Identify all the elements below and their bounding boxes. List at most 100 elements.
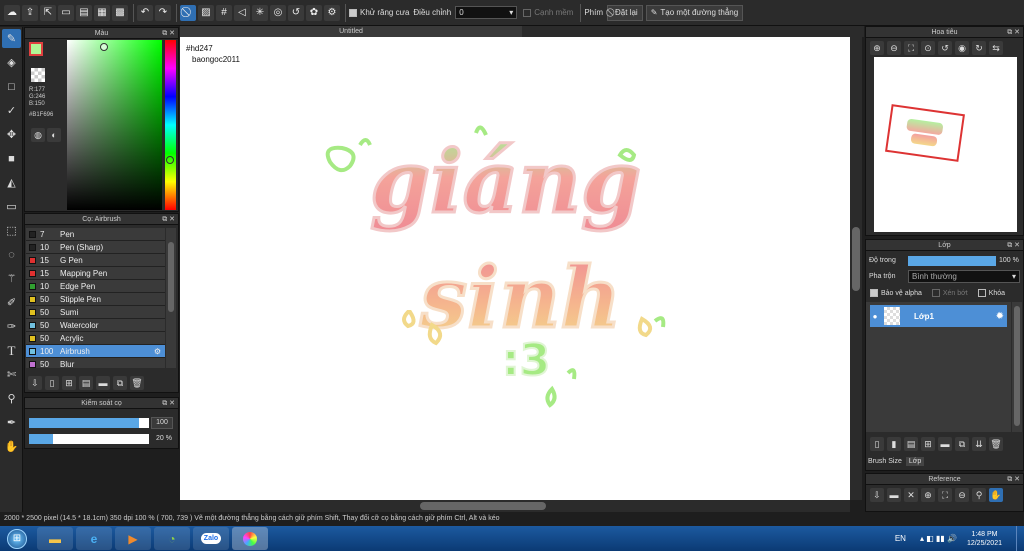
clock[interactable]: 1:48 PM 12/25/2021 xyxy=(967,530,1002,548)
fit-icon[interactable]: ⛶ xyxy=(904,41,918,55)
close-icon[interactable]: ⧉ ✕ xyxy=(162,214,175,225)
eyedropper-tool-icon[interactable]: ⚲ xyxy=(2,389,21,408)
select-tool-icon[interactable]: ⬚ xyxy=(2,221,21,240)
color-picker-handle[interactable] xyxy=(100,43,108,51)
brush-item[interactable]: 50 Stipple Pen xyxy=(26,293,165,306)
hand-tool-icon[interactable]: ✋ xyxy=(2,437,21,456)
layer-opacity-slider[interactable] xyxy=(908,256,996,266)
select-pen-tool-icon[interactable]: ✐ xyxy=(2,293,21,312)
brush-item[interactable]: 7 Pen xyxy=(26,228,165,241)
gear-icon[interactable]: ⚙ xyxy=(324,4,340,21)
share-icon[interactable]: ⇱ xyxy=(40,4,56,21)
tab-layer[interactable]: Lớp xyxy=(905,457,925,466)
trash-icon[interactable]: 🗑 xyxy=(130,376,144,390)
layer-list-scrollbar[interactable] xyxy=(1012,302,1022,432)
canvas-horizontal-scroll-thumb[interactable] xyxy=(420,502,546,510)
foreground-color-swatch[interactable] xyxy=(29,42,43,56)
trash-icon[interactable]: 🗑 xyxy=(989,437,1003,451)
new-brush-icon[interactable]: ▯ xyxy=(45,376,59,390)
brush-tool-icon[interactable]: ✎ xyxy=(2,29,21,48)
close-icon[interactable]: ⧉ ✕ xyxy=(162,398,175,409)
color-picker-icon[interactable]: ◐ xyxy=(47,128,61,142)
redo-icon[interactable]: ↷ xyxy=(155,4,171,21)
shape-tool-icon[interactable]: □ xyxy=(2,77,21,96)
undo-icon[interactable]: ↶ xyxy=(137,4,153,21)
lasso-tool-icon[interactable]: ◌ xyxy=(2,245,21,264)
brush-item[interactable]: 50 Watercolor xyxy=(26,319,165,332)
zoom-reset-icon[interactable]: ⊙ xyxy=(921,41,935,55)
new-8bit-layer-icon[interactable]: ▤ xyxy=(904,437,918,451)
zalo-app[interactable]: Zalo xyxy=(193,527,229,550)
rotate-left-icon[interactable]: ↺ xyxy=(938,41,952,55)
add-layer-menu-icon[interactable]: ⊞ xyxy=(921,437,935,451)
drawing-canvas[interactable]: #hd247 baongoc2011 giáng sinh :3 xyxy=(180,37,850,500)
cloud-download-icon[interactable]: ⇩ xyxy=(28,376,42,390)
new-layer-icon[interactable]: ▯ xyxy=(870,437,884,451)
rotate-right-icon[interactable]: ↻ xyxy=(972,41,986,55)
zoom-in-icon[interactable]: ⊕ xyxy=(921,488,935,502)
layer-row[interactable]: ● Lớp1 ✹ xyxy=(870,305,1007,327)
straight-line-button[interactable]: ✎ Tạo một đường thẳng xyxy=(645,4,744,21)
dot-tool-icon[interactable]: ✓ xyxy=(2,101,21,120)
comment-icon[interactable]: ▭ xyxy=(58,4,74,21)
snap-curve-icon[interactable]: ↺ xyxy=(288,4,304,21)
start-button[interactable]: ⊞ xyxy=(0,526,34,551)
file-explorer-icon[interactable]: ▬ xyxy=(37,527,73,550)
antialias-checkbox[interactable] xyxy=(349,8,357,17)
navigator-viewport[interactable] xyxy=(885,104,965,162)
saturation-value-picker[interactable] xyxy=(67,40,162,210)
new-halftone-layer-icon[interactable]: ▮ xyxy=(887,437,901,451)
duplicate-layer-icon[interactable]: ⧉ xyxy=(955,437,969,451)
tab-brush-size[interactable]: Brush Size xyxy=(868,458,902,465)
text-tool-icon[interactable]: T xyxy=(2,341,21,360)
eye-icon[interactable]: ● xyxy=(870,312,880,321)
app-icon[interactable]: ◔ xyxy=(154,527,190,550)
download-icon[interactable]: ⇩ xyxy=(870,488,884,502)
select-eraser-tool-icon[interactable]: ✑ xyxy=(2,317,21,336)
zoom-out-icon[interactable]: ⊖ xyxy=(955,488,969,502)
eraser-tool-icon[interactable]: ◈ xyxy=(2,53,21,72)
brush-opacity-slider[interactable] xyxy=(29,434,149,444)
adjust-dropdown[interactable]: 0 ▾ xyxy=(455,6,518,19)
upload-icon[interactable]: ⇪ xyxy=(22,4,38,21)
blend-mode-dropdown[interactable]: Bình thường ▾ xyxy=(908,270,1020,283)
brush-list-scrollbar[interactable] xyxy=(166,228,176,368)
close-icon[interactable]: ⧉ ✕ xyxy=(1007,240,1020,251)
transparent-color-swatch[interactable] xyxy=(31,68,45,82)
snap-radial-icon[interactable]: ✳ xyxy=(252,4,268,21)
folder-icon[interactable]: ▬ xyxy=(938,437,952,451)
layer-list-scroll-thumb[interactable] xyxy=(1014,306,1020,426)
brush-item[interactable]: 10 Edge Pen xyxy=(26,280,165,293)
brush-item[interactable]: 50 Blur xyxy=(26,358,165,368)
canvas-vertical-scrollbar[interactable] xyxy=(850,37,862,500)
grid-icon[interactable]: ▩ xyxy=(112,4,128,21)
gear-icon[interactable]: ⚙ xyxy=(154,347,161,356)
brush-size-slider[interactable] xyxy=(29,418,149,428)
show-desktop-button[interactable] xyxy=(1016,526,1024,551)
canvas-vertical-scroll-thumb[interactable] xyxy=(852,227,860,291)
snap-circle-icon[interactable]: ◎ xyxy=(270,4,286,21)
protect-alpha-checkbox[interactable] xyxy=(870,289,878,297)
close-icon[interactable]: ⧉ ✕ xyxy=(162,28,175,39)
bucket-tool-icon[interactable]: ◭ xyxy=(2,173,21,192)
input-language[interactable]: EN xyxy=(895,534,906,543)
snap-settings-icon[interactable]: ✿ xyxy=(306,4,322,21)
brush-size-value[interactable]: 100 xyxy=(151,417,173,429)
eyedropper-icon[interactable]: ⚲ xyxy=(972,488,986,502)
snap-perspective-icon[interactable]: ◁ xyxy=(234,4,250,21)
divide-tool-icon[interactable]: ✄ xyxy=(2,365,21,384)
zoom-in-icon[interactable]: ⊕ xyxy=(870,41,884,55)
close-icon[interactable]: ⧉ ✕ xyxy=(1007,474,1020,485)
gradient-tool-icon[interactable]: ▭ xyxy=(2,197,21,216)
rotate-reset-icon[interactable]: ◉ xyxy=(955,41,969,55)
brush-item[interactable]: 15 G Pen xyxy=(26,254,165,267)
open-folder-icon[interactable]: ▬ xyxy=(887,488,901,502)
gear-icon[interactable]: ✹ xyxy=(996,311,1004,322)
internet-explorer-icon[interactable]: e xyxy=(76,527,112,550)
hand-icon[interactable]: ✋ xyxy=(989,488,1003,502)
snap-grid-icon[interactable]: # xyxy=(216,4,232,21)
media-player-icon[interactable]: ▶ xyxy=(115,527,151,550)
brush-settings-icon[interactable]: ▤ xyxy=(79,376,93,390)
pen-tool-icon[interactable]: ✒ xyxy=(2,413,21,432)
hue-slider[interactable] xyxy=(165,40,176,210)
